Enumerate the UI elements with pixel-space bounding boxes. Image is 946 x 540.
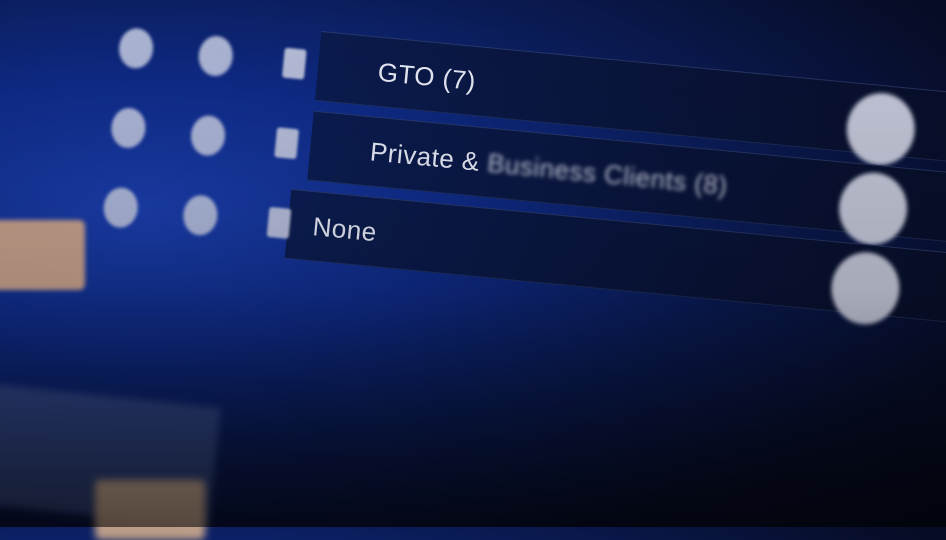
- options-table: GTO (7) Private & Business Clients (8) N…: [0, 0, 946, 444]
- action-chip[interactable]: [0, 220, 85, 290]
- checkbox[interactable]: [281, 47, 307, 80]
- action-chip-bottom[interactable]: [95, 480, 205, 540]
- option-label: None: [311, 211, 379, 248]
- radio-option-b[interactable]: [181, 193, 220, 237]
- radio-option-a[interactable]: [117, 26, 155, 70]
- radio-option-b[interactable]: [189, 114, 227, 158]
- checkbox[interactable]: [266, 206, 292, 239]
- checkbox[interactable]: [274, 127, 300, 160]
- radio-option-b[interactable]: [196, 34, 235, 78]
- radio-option-a[interactable]: [101, 186, 140, 230]
- radio-option-a[interactable]: [109, 106, 148, 150]
